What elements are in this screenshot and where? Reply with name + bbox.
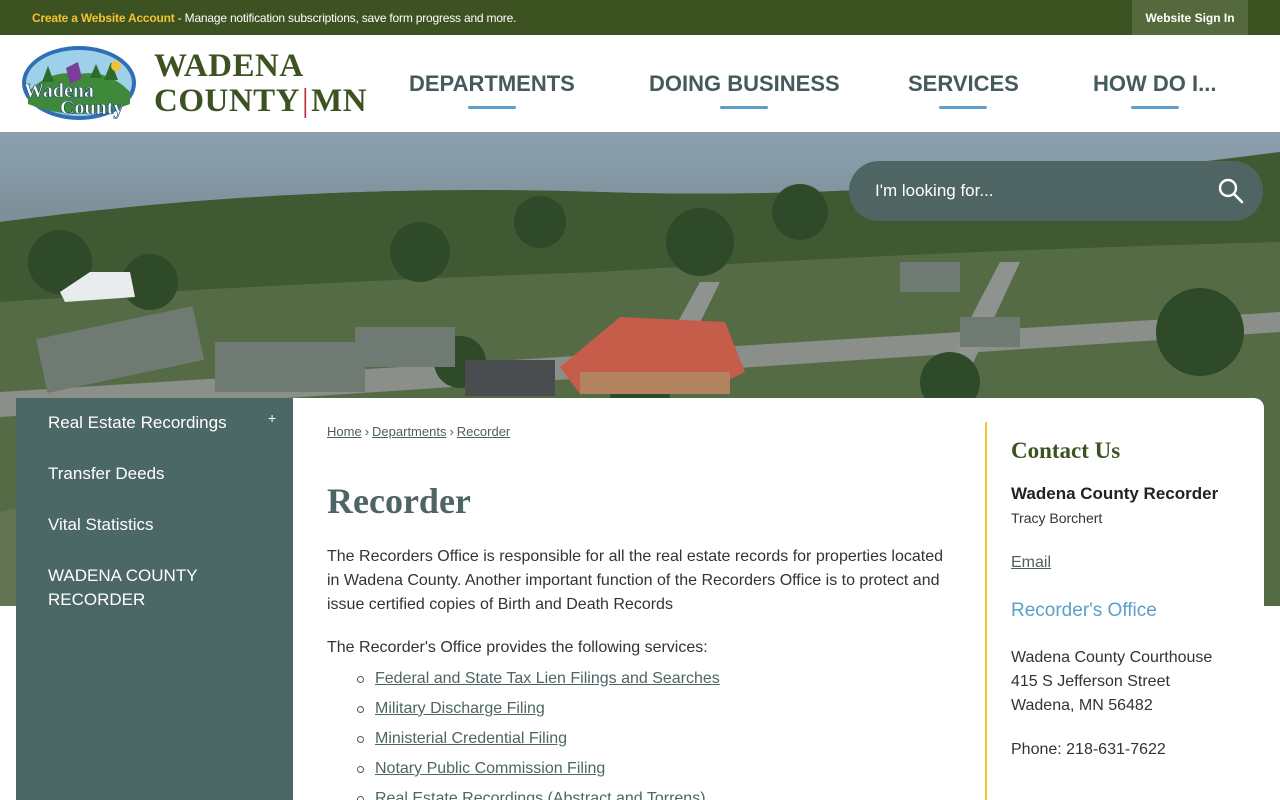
list-item: Military Discharge Filing	[355, 694, 720, 724]
search-icon[interactable]	[1217, 177, 1245, 205]
county-logo[interactable]: Wadena County	[20, 44, 138, 122]
contact-phone: Phone: 218-631-7622	[1011, 741, 1166, 758]
wordmark-county: COUNTY	[154, 83, 301, 119]
contact-address: Wadena County Courthouse 415 S Jefferson…	[1011, 646, 1251, 718]
sidebar-item-vital-statistics[interactable]: Vital Statistics	[48, 513, 278, 537]
account-message-text: - Manage notification subscriptions, sav…	[174, 11, 517, 25]
intro-paragraph: The Recorders Office is responsible for …	[327, 548, 943, 613]
contact-office: Recorder's Office	[1011, 600, 1157, 621]
contact-org: Wadena County Recorder	[1011, 484, 1219, 503]
list-item: Federal and State Tax Lien Filings and S…	[355, 664, 720, 694]
nav-how-do-i[interactable]: HOW DO I...	[1093, 71, 1216, 109]
site-header: Wadena County WADENA COUNTY|MN DEPARTMEN…	[0, 35, 1280, 132]
service-link-tax-lien[interactable]: Federal and State Tax Lien Filings and S…	[375, 670, 720, 687]
breadcrumb-departments[interactable]: Departments	[372, 424, 446, 439]
list-item: Notary Public Commission Filing	[355, 754, 720, 784]
list-item: Ministerial Credential Filing	[355, 724, 720, 754]
logo-text-county: County	[60, 97, 123, 119]
service-link-military-discharge[interactable]: Military Discharge Filing	[375, 700, 545, 717]
create-account-link[interactable]: Create a Website Account	[32, 11, 175, 25]
service-link-notary-public[interactable]: Notary Public Commission Filing	[375, 760, 605, 777]
search-input[interactable]	[875, 176, 1195, 206]
contact-email-link[interactable]: Email	[1011, 554, 1251, 572]
sidebar-item-transfer-deeds[interactable]: Transfer Deeds	[48, 462, 278, 486]
sidebar-item-wadena-county-recorder[interactable]: WADENA COUNTY RECORDER	[48, 564, 228, 612]
service-link-ministerial-credential[interactable]: Ministerial Credential Filing	[375, 730, 567, 747]
wordmark-state: MN	[311, 83, 368, 119]
wordmark-separator: |	[302, 83, 310, 119]
breadcrumb-separator: ›	[364, 424, 370, 439]
nav-services[interactable]: SERVICES	[908, 71, 1019, 109]
address-line: Wadena County Courthouse	[1011, 649, 1213, 666]
contact-divider	[985, 422, 987, 800]
wordmark-line1: WADENA	[154, 48, 304, 84]
contact-heading: Contact Us	[1011, 438, 1121, 463]
page-title: Recorder	[327, 481, 471, 521]
list-item: Real Estate Recordings (Abstract and Tor…	[355, 784, 720, 800]
contact-panel: Contact Us Wadena County Recorder Tracy …	[1011, 438, 1251, 759]
contact-person: Tracy Borchert	[1011, 510, 1103, 526]
nav-doing-business[interactable]: DOING BUSINESS	[649, 71, 840, 109]
expand-icon[interactable]: +	[268, 410, 276, 426]
sidebar-item-real-estate-recordings[interactable]: Real Estate Recordings	[48, 411, 278, 435]
breadcrumb-recorder[interactable]: Recorder	[457, 424, 510, 439]
address-line: Wadena, MN 56482	[1011, 697, 1153, 714]
top-utility-bar: Create a Website Account - Manage notifi…	[0, 0, 1280, 35]
service-link-real-estate[interactable]: Real Estate Recordings (Abstract and Tor…	[375, 790, 706, 800]
services-lead: The Recorder's Office provides the follo…	[327, 639, 708, 656]
account-message: Create a Website Account - Manage notifi…	[32, 11, 516, 25]
breadcrumb-home[interactable]: Home	[327, 424, 362, 439]
nav-departments[interactable]: DEPARTMENTS	[409, 71, 575, 109]
site-wordmark[interactable]: WADENA COUNTY|MN	[154, 49, 367, 119]
breadcrumb-separator: ›	[449, 424, 454, 439]
breadcrumb: Home › Departments › Recorder	[327, 424, 510, 439]
address-line: 415 S Jefferson Street	[1011, 673, 1170, 690]
site-search	[849, 161, 1263, 221]
services-list: Federal and State Tax Lien Filings and S…	[355, 664, 720, 800]
wordmark-line2: COUNTY|MN	[154, 84, 367, 119]
sign-in-button[interactable]: Website Sign In	[1132, 0, 1248, 35]
